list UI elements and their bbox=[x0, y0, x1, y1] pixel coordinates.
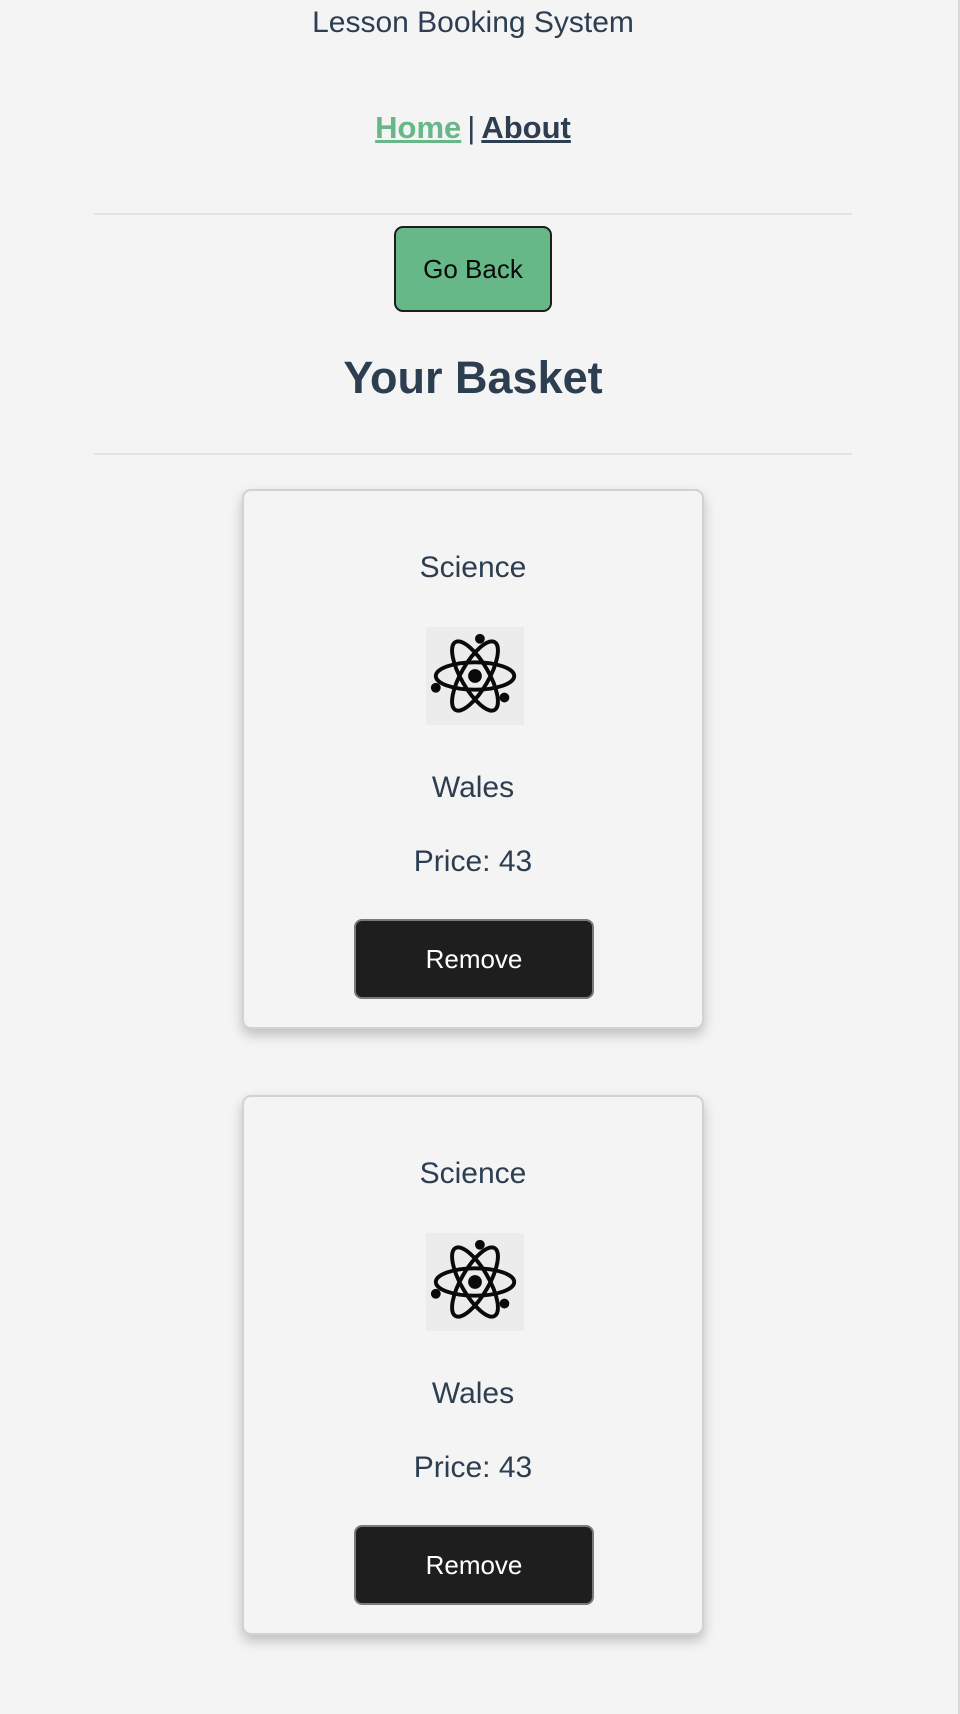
main-nav: Home | About bbox=[0, 110, 946, 146]
atom-icon bbox=[426, 627, 524, 725]
lesson-location: Wales bbox=[431, 1377, 515, 1410]
lesson-subject: Science bbox=[419, 1157, 527, 1190]
lesson-price: Price: 43 bbox=[413, 1451, 533, 1484]
page-title: Your Basket bbox=[343, 352, 603, 403]
lesson-subject: Science bbox=[419, 551, 527, 584]
go-back-button[interactable]: Go Back bbox=[394, 226, 552, 312]
divider-basket bbox=[94, 453, 852, 455]
divider-top bbox=[94, 213, 852, 215]
nav-link-about[interactable]: About bbox=[481, 110, 571, 145]
remove-button[interactable]: Remove bbox=[354, 1525, 594, 1605]
atom-icon bbox=[426, 1233, 524, 1331]
remove-button[interactable]: Remove bbox=[354, 919, 594, 999]
lesson-location: Wales bbox=[431, 771, 515, 804]
app-title: Lesson Booking System bbox=[312, 6, 634, 39]
basket-item-card: Science Wales Price: 43 Remove bbox=[242, 1095, 704, 1635]
basket-item-card: Science Wales Price: 43 Remove bbox=[242, 489, 704, 1029]
lesson-price: Price: 43 bbox=[413, 845, 533, 878]
nav-separator: | bbox=[467, 110, 476, 145]
nav-link-home[interactable]: Home bbox=[375, 110, 461, 145]
